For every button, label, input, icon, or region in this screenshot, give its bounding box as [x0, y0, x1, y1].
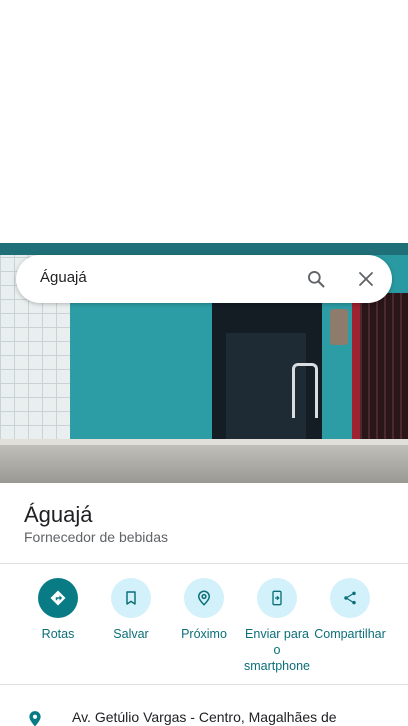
electric-meter	[330, 309, 348, 345]
directions-button[interactable]: Rotas	[21, 578, 95, 642]
share-button[interactable]: Compartilhar	[313, 578, 387, 642]
send-to-phone-icon	[257, 578, 297, 618]
nearby-button[interactable]: Próximo	[167, 578, 241, 642]
save-label: Salvar	[113, 627, 149, 641]
plastic-chair	[292, 363, 318, 418]
search-bar[interactable]: Águajá	[16, 255, 392, 303]
share-icon	[330, 578, 370, 618]
action-bar: Rotas Salvar Próximo Enviar para o smart…	[0, 578, 408, 678]
place-title: Águajá	[24, 502, 93, 527]
place-category: Fornecedor de bebidas	[24, 529, 168, 545]
sidewalk	[0, 439, 408, 483]
bookmark-icon	[111, 578, 151, 618]
send-to-phone-label: Enviar para o smartphone	[243, 627, 310, 673]
close-icon[interactable]	[352, 265, 380, 293]
red-door-frame	[352, 303, 360, 443]
roof-band	[0, 243, 408, 255]
search-icon[interactable]	[302, 265, 330, 293]
divider	[0, 563, 408, 564]
location-pin-icon	[26, 709, 44, 726]
metal-gate	[360, 293, 408, 443]
directions-icon	[38, 578, 78, 618]
share-label: Compartilhar	[314, 627, 386, 641]
address-text: Av. Getúlio Vargas - Centro, Magalhães d…	[72, 709, 337, 725]
nearby-icon	[184, 578, 224, 618]
search-query[interactable]: Águajá	[40, 269, 87, 286]
divider	[0, 684, 408, 685]
nearby-label: Próximo	[181, 627, 227, 641]
address-row[interactable]: Av. Getúlio Vargas - Centro, Magalhães d…	[0, 698, 408, 726]
send-to-phone-button[interactable]: Enviar para o smartphone	[240, 578, 314, 674]
save-button[interactable]: Salvar	[94, 578, 168, 642]
directions-label: Rotas	[41, 627, 75, 641]
curb	[0, 439, 408, 445]
